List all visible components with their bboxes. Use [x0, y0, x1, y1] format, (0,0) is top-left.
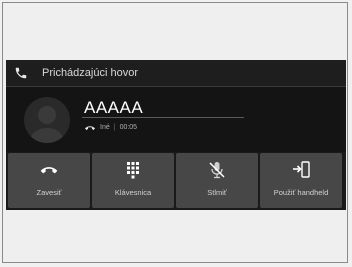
person-silhouette-icon	[30, 106, 64, 143]
phone-icon	[15, 67, 27, 79]
divider	[82, 117, 244, 118]
call-meta: Iné | 00:05	[84, 124, 137, 131]
meta-separator: |	[113, 124, 116, 131]
hang-up-label: Zavesiť	[36, 188, 62, 197]
mute-label: Stlmiť	[207, 188, 227, 197]
keypad-label: Klávesnica	[114, 188, 152, 197]
caller-name: AAAAA	[84, 98, 144, 117]
use-handheld-button[interactable]: Použiť handheld	[260, 153, 342, 208]
call-action-bar: Zavesiť Klávesnica Stlmiť Použiť handhel…	[6, 153, 346, 210]
hang-up-button[interactable]: Zavesiť	[8, 153, 90, 208]
avatar	[24, 97, 70, 143]
handset-icon	[85, 126, 95, 130]
use-handheld-label: Použiť handheld	[273, 188, 329, 197]
call-header: Prichádzajúci hovor	[6, 60, 346, 87]
call-status-title: Prichádzajúci hovor	[42, 67, 138, 79]
call-duration: 00:05	[119, 124, 138, 131]
hang-up-icon	[40, 167, 58, 174]
keypad-icon	[127, 162, 139, 179]
caller-info: AAAAA Iné | 00:05	[6, 87, 346, 152]
transfer-to-handset-icon	[293, 161, 310, 178]
number-type: Iné	[100, 124, 110, 131]
mute-button[interactable]: Stlmiť	[176, 153, 258, 208]
keypad-button[interactable]: Klávesnica	[92, 153, 174, 208]
incoming-call-screen: Prichádzajúci hovor AAAAA Iné | 00:05 Za…	[6, 60, 346, 210]
mute-microphone-icon	[209, 162, 225, 179]
